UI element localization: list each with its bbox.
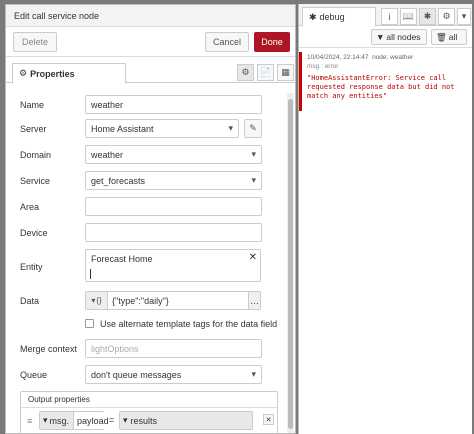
domain-label: Domain bbox=[20, 150, 52, 160]
device-input[interactable] bbox=[85, 223, 262, 242]
drag-handle-icon[interactable]: ≡ bbox=[27, 416, 32, 426]
msg-prefix: msg. bbox=[49, 415, 70, 426]
debug-toolbar: ▼ all nodes 🗑 all bbox=[299, 26, 472, 48]
area-label: Area bbox=[20, 202, 40, 212]
debug-message[interactable]: 10/04/2024, 22:14:47 node: weather msg :… bbox=[299, 52, 469, 111]
service-value: get_forecasts bbox=[91, 176, 146, 186]
chevron-down-icon: ▾ bbox=[91, 296, 96, 305]
text-caret bbox=[90, 269, 91, 279]
property-name[interactable]: payload bbox=[73, 412, 112, 429]
delete-button[interactable]: Delete bbox=[13, 32, 57, 52]
chevron-down-icon: ▾ bbox=[123, 415, 128, 425]
done-button[interactable]: Done bbox=[254, 32, 290, 52]
editor-tabs: ⚙ Properties ⚙ 📄 ▦ bbox=[6, 61, 295, 84]
tab-properties[interactable]: ⚙ Properties bbox=[12, 63, 126, 84]
output-value: results bbox=[130, 415, 158, 426]
queue-label: Queue bbox=[20, 370, 48, 380]
info-icon[interactable]: i bbox=[381, 8, 398, 25]
queue-value: don't queue messages bbox=[91, 370, 182, 380]
alt-tags-label: Use alternate template tags for the data… bbox=[100, 319, 278, 329]
dialog-toolbar: Delete Cancel Done bbox=[6, 27, 295, 57]
trash-icon: 🗑 bbox=[436, 31, 447, 42]
tab-properties-label: Properties bbox=[30, 68, 75, 79]
gear-icon[interactable]: ⚙ bbox=[438, 8, 455, 25]
server-select[interactable]: Home Assistant bbox=[85, 119, 239, 138]
name-input[interactable]: weather bbox=[85, 95, 262, 114]
clear-entity-icon[interactable]: ✕ bbox=[249, 252, 257, 263]
entity-chip: Forecast Home bbox=[91, 254, 153, 264]
data-type-selector[interactable]: ▾{} bbox=[86, 292, 108, 309]
divider bbox=[21, 407, 277, 408]
server-label: Server bbox=[20, 124, 47, 134]
debug-message-meta: msg : error bbox=[307, 63, 339, 70]
data-value: {"type":"daily"} bbox=[112, 295, 169, 306]
equals-sign: = bbox=[109, 415, 115, 425]
form-scrollbar[interactable] bbox=[287, 93, 294, 433]
dialog-title: Edit call service node bbox=[6, 5, 295, 27]
edit-dialog: Edit call service node Delete Cancel Don… bbox=[5, 4, 296, 434]
alt-tags-checkbox[interactable] bbox=[85, 319, 94, 328]
filter-all-label: all bbox=[448, 32, 458, 42]
tab-debug-label: debug bbox=[319, 12, 345, 22]
server-value: Home Assistant bbox=[91, 124, 154, 134]
cog-icon: ⚙ bbox=[19, 68, 28, 78]
output-properties-title: Output properties bbox=[28, 395, 90, 404]
service-select[interactable]: get_forecasts bbox=[85, 171, 262, 190]
merge-context-input[interactable]: lightOptions bbox=[85, 339, 262, 358]
merge-context-placeholder: lightOptions bbox=[91, 344, 139, 354]
debug-sidebar: ✱ debug i 📖 ✱ ⚙ ▾ ▼ all nodes 🗑 all 10/0… bbox=[298, 4, 472, 434]
debug-message-text: "HomeAssistantError: Service call reques… bbox=[307, 74, 455, 100]
filter-nodes-button[interactable]: ▼ all nodes bbox=[371, 29, 427, 45]
entity-input[interactable]: Forecast Home ✕ bbox=[85, 249, 261, 282]
properties-form: Name weather Server Home Assistant ✎ Dom… bbox=[6, 93, 284, 434]
cancel-button[interactable]: Cancel bbox=[205, 32, 249, 52]
bug-icon: ✱ bbox=[309, 11, 317, 22]
domain-select[interactable]: weather bbox=[85, 145, 262, 164]
device-label: Device bbox=[20, 228, 48, 238]
chevron-down-icon[interactable]: ▾ bbox=[457, 8, 471, 25]
filter-nodes-label: all nodes bbox=[386, 32, 421, 42]
output-property-selector[interactable]: ▾ msg. payload bbox=[39, 411, 112, 430]
sidebar-tabs: ✱ debug i 📖 ✱ ⚙ ▾ bbox=[299, 4, 472, 27]
data-label: Data bbox=[20, 296, 40, 306]
appearance-tab-icon[interactable]: ▦ bbox=[277, 64, 294, 81]
expand-editor-icon[interactable]: … bbox=[248, 292, 260, 309]
remove-row-icon[interactable]: ✕ bbox=[263, 414, 274, 425]
domain-value: weather bbox=[91, 150, 124, 160]
output-properties-box: Output properties ≡ ▾ msg. payload = ▾ r… bbox=[20, 391, 278, 434]
merge-context-label: Merge context bbox=[20, 344, 78, 354]
scrollbar-thumb[interactable] bbox=[288, 99, 293, 429]
filter-all-button[interactable]: 🗑 all bbox=[431, 29, 467, 45]
description-tab-icon[interactable]: 📄 bbox=[257, 64, 274, 81]
entity-label: Entity bbox=[20, 262, 43, 272]
name-label: Name bbox=[20, 100, 45, 110]
data-typed-input[interactable]: ▾{} {"type":"daily"} … bbox=[85, 291, 261, 310]
chevron-down-icon: ▾ bbox=[43, 415, 48, 425]
debug-node[interactable]: node: weather bbox=[372, 54, 413, 61]
json-type-icon: {} bbox=[96, 296, 102, 305]
filter-icon: ▼ bbox=[376, 32, 385, 42]
book-icon[interactable]: 📖 bbox=[400, 8, 417, 25]
settings-tab-icon[interactable]: ⚙ bbox=[237, 64, 254, 81]
output-value-selector[interactable]: ▾ results bbox=[119, 411, 253, 430]
edit-server-pencil-icon[interactable]: ✎ bbox=[244, 119, 262, 138]
debug-message-header: 10/04/2024, 22:14:47 node: weather bbox=[307, 54, 465, 61]
area-input[interactable] bbox=[85, 197, 262, 216]
debug-bug-icon[interactable]: ✱ bbox=[419, 8, 436, 25]
queue-select[interactable]: don't queue messages bbox=[85, 365, 262, 384]
tab-debug[interactable]: ✱ debug bbox=[302, 7, 376, 27]
service-label: Service bbox=[20, 176, 51, 186]
debug-timestamp: 10/04/2024, 22:14:47 bbox=[307, 54, 369, 61]
